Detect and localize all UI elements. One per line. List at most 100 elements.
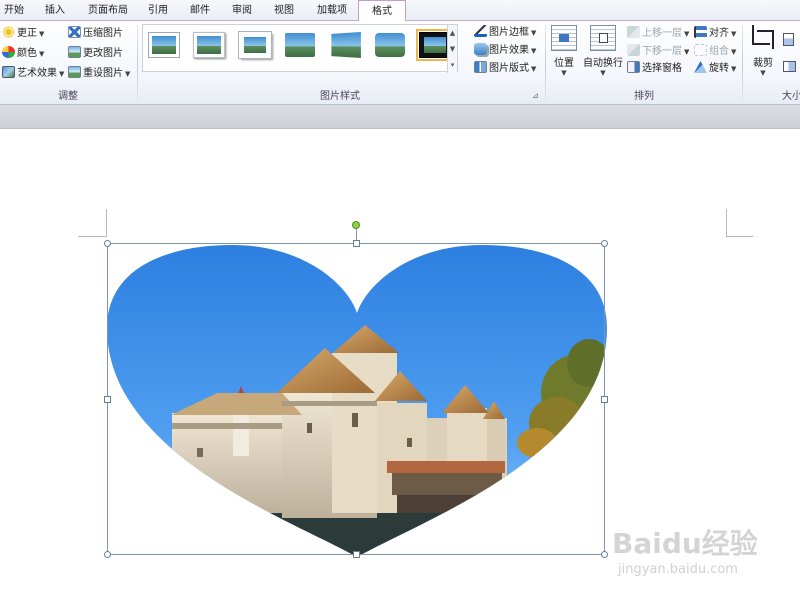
- wrap-text-icon: [590, 25, 616, 51]
- rotate-button[interactable]: 旋转 ▼: [694, 61, 736, 77]
- baidu-watermark: Baidu经验 jingyan.baidu.com: [612, 512, 762, 584]
- dialog-launcher-icon[interactable]: ⊿: [532, 91, 539, 100]
- resize-handle-left[interactable]: [104, 396, 111, 403]
- reset-picture-icon: [68, 66, 81, 78]
- artistic-effects-button[interactable]: 艺术效果 ▼: [2, 66, 64, 82]
- tab-add-ins[interactable]: 加载项: [310, 0, 354, 21]
- chevron-down-icon: ▼: [760, 69, 766, 77]
- page-margin-mark: [78, 236, 106, 237]
- picture-border-button[interactable]: 图片边框 ▼: [474, 25, 536, 41]
- height-icon: [783, 33, 794, 46]
- group-separator: [545, 25, 546, 103]
- tab-insert[interactable]: 插入: [38, 0, 72, 21]
- chevron-down-icon: ▼: [531, 47, 537, 55]
- tab-review[interactable]: 审阅: [226, 0, 258, 21]
- width-icon: [783, 61, 796, 72]
- corrections-button[interactable]: 更正 ▼: [2, 26, 44, 42]
- ribbon: 更正 ▼ 颜色 ▼ 艺术效果 ▼ 压缩图片 更改图片 重设图片 ▼ 调整 ▲ ▼ ▾ 图…: [0, 21, 800, 105]
- resize-handle-top-left[interactable]: [104, 240, 111, 247]
- bring-forward-button[interactable]: 上移一层 ▼: [627, 26, 689, 42]
- chevron-down-icon: ▼: [731, 30, 737, 38]
- tab-view[interactable]: 视图: [268, 0, 300, 21]
- picture-style-option[interactable]: [374, 32, 406, 58]
- wrap-text-button[interactable]: 自动换行 ▼: [583, 25, 623, 77]
- chevron-down-icon: ▼: [125, 70, 131, 78]
- tab-references[interactable]: 引用: [142, 0, 174, 21]
- picture-style-option[interactable]: [148, 32, 180, 58]
- resize-handle-top[interactable]: [353, 240, 360, 247]
- picture-style-option[interactable]: [329, 31, 361, 59]
- bring-forward-icon: [627, 26, 640, 38]
- rotate-icon: [694, 61, 707, 73]
- page-margin-mark: [106, 209, 107, 237]
- artistic-effects-icon: [2, 66, 15, 78]
- resize-handle-bottom-left[interactable]: [104, 551, 111, 558]
- picture-effects-icon: [474, 43, 487, 55]
- crop-button[interactable]: 裁剪 ▼: [748, 25, 778, 77]
- group-label-adjust: 调整: [58, 91, 78, 102]
- send-backward-icon: [627, 44, 640, 56]
- picture-style-option[interactable]: [239, 32, 271, 58]
- compress-pictures-button[interactable]: 压缩图片: [68, 26, 123, 42]
- picture-style-option[interactable]: [193, 32, 225, 58]
- chevron-down-icon: ▼: [39, 30, 45, 38]
- resize-handle-bottom[interactable]: [353, 551, 360, 558]
- gallery-up-icon[interactable]: ▲: [448, 25, 457, 41]
- gallery-more-icon[interactable]: ▾: [448, 57, 457, 73]
- ribbon-tab-bar: 开始 插入 页面布局 引用 邮件 审阅 视图 加载项 格式: [0, 0, 800, 22]
- tab-home[interactable]: 开始: [0, 0, 28, 21]
- resize-handle-right[interactable]: [601, 396, 608, 403]
- chevron-down-icon: ▼: [561, 69, 567, 77]
- chevron-down-icon: ▼: [600, 69, 606, 77]
- gallery-scrollbar[interactable]: ▲ ▼ ▾: [447, 25, 457, 73]
- picture-style-option[interactable]: [284, 32, 316, 58]
- picture-effects-button[interactable]: 图片效果 ▼: [474, 43, 536, 59]
- change-picture-icon: [68, 46, 81, 58]
- chevron-down-icon: ▼: [731, 65, 737, 73]
- send-backward-button[interactable]: 下移一层 ▼: [627, 44, 689, 60]
- chevron-down-icon: ▼: [684, 48, 690, 56]
- tab-mailings[interactable]: 邮件: [184, 0, 216, 21]
- chevron-down-icon: ▼: [59, 70, 65, 78]
- chevron-down-icon: ▼: [684, 30, 690, 38]
- group-icon: [694, 44, 707, 56]
- watermark-logo: Baidu经验: [612, 527, 758, 560]
- sun-icon: [2, 26, 15, 38]
- page-margin-mark: [726, 236, 753, 237]
- color-button[interactable]: 颜色 ▼: [2, 46, 44, 62]
- group-separator: [137, 25, 138, 103]
- chevron-down-icon: ▼: [531, 29, 537, 37]
- compress-icon: [68, 26, 81, 38]
- group-label-arrange: 排列: [634, 91, 654, 102]
- group-label-picture-styles: 图片样式: [320, 91, 360, 102]
- position-icon: [551, 25, 577, 51]
- gallery-down-icon[interactable]: ▼: [448, 41, 457, 57]
- picture-layout-icon: [474, 61, 487, 73]
- position-button[interactable]: 位置 ▼: [550, 25, 578, 77]
- rotate-handle[interactable]: [352, 221, 360, 229]
- picture-styles-gallery: ▲ ▼ ▾: [142, 24, 458, 73]
- resize-handle-bottom-right[interactable]: [601, 551, 608, 558]
- align-button[interactable]: 对齐 ▼: [694, 26, 736, 42]
- crop-icon: [750, 25, 776, 51]
- group-objects-button[interactable]: 组合 ▼: [694, 44, 736, 60]
- picture-layout-button[interactable]: 图片版式 ▼: [474, 61, 536, 77]
- reset-picture-button[interactable]: 重设图片 ▼: [68, 66, 130, 82]
- chevron-down-icon: ▼: [531, 65, 537, 73]
- page-margin-mark: [726, 209, 727, 237]
- change-picture-button[interactable]: 更改图片: [68, 46, 123, 62]
- selection-pane-icon: [627, 61, 640, 73]
- group-separator: [742, 25, 743, 103]
- selection-frame: [107, 243, 605, 555]
- group-label-size: 大小: [782, 91, 800, 102]
- resize-handle-top-right[interactable]: [601, 240, 608, 247]
- watermark-url: jingyan.baidu.com: [618, 562, 738, 577]
- chevron-down-icon: ▼: [39, 50, 45, 58]
- palette-icon: [2, 46, 15, 58]
- tab-page-layout[interactable]: 页面布局: [80, 0, 136, 21]
- pen-border-icon: [474, 25, 487, 37]
- tab-format[interactable]: 格式: [358, 0, 406, 22]
- selection-pane-button[interactable]: 选择窗格: [627, 61, 682, 77]
- ruler-area: [0, 105, 800, 129]
- chevron-down-icon: ▼: [731, 48, 737, 56]
